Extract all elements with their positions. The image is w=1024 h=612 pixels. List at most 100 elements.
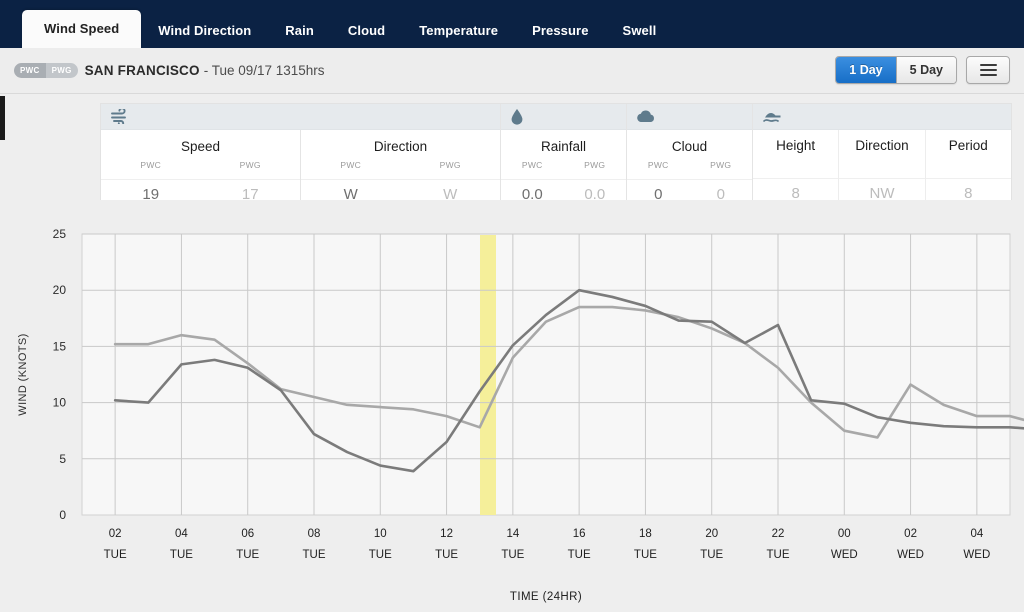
tab-label: Wind Speed bbox=[44, 21, 120, 36]
cloud-icon-glyph bbox=[637, 110, 654, 122]
x-tick-day: TUE bbox=[634, 549, 657, 561]
tab-list: Wind Speed Wind Direction Rain Cloud Tem… bbox=[0, 0, 673, 48]
column-subheads: PWC PWG bbox=[627, 154, 752, 170]
subhead-pwg: PWG bbox=[439, 160, 461, 170]
x-tick-hour: 20 bbox=[705, 528, 718, 540]
model-badges: PWC PWG bbox=[14, 62, 78, 78]
x-tick-hour: 02 bbox=[904, 528, 917, 540]
x-tick-day: TUE bbox=[303, 549, 326, 561]
y-tick-label: 20 bbox=[53, 283, 67, 297]
x-tick-day: TUE bbox=[700, 549, 723, 561]
y-tick-label: 5 bbox=[59, 452, 66, 466]
x-tick-day: TUE bbox=[369, 549, 392, 561]
column-subheads: PWC PWG bbox=[101, 154, 300, 170]
swell-icon bbox=[753, 104, 1011, 130]
tab-label: Cloud bbox=[347, 23, 386, 38]
x-tick-hour: 14 bbox=[506, 528, 519, 540]
main-tabbar: Wind Speed Wind Direction Rain Cloud Tem… bbox=[0, 0, 1024, 48]
raindrop-icon-glyph bbox=[511, 109, 523, 125]
tab-label: Swell bbox=[622, 23, 657, 38]
x-tick-hour: 12 bbox=[440, 528, 453, 540]
summary-group-cloud: Cloud PWC PWG 0 0 bbox=[627, 104, 753, 215]
location-header: PWC PWG SAN FRANCISCO - Tue 09/17 1315hrs… bbox=[0, 48, 1024, 94]
x-tick-hour: 00 bbox=[838, 528, 851, 540]
x-tick-hour: 22 bbox=[772, 528, 785, 540]
x-tick-day: WED bbox=[831, 549, 858, 561]
current-time-highlight bbox=[480, 235, 496, 515]
subhead-pwg: PWG bbox=[710, 160, 732, 170]
hamburger-icon-line bbox=[979, 69, 997, 71]
x-axis-label: TIME (24HR) bbox=[510, 591, 582, 603]
range-1day-button[interactable]: 1 Day bbox=[836, 57, 896, 83]
x-tick-day: TUE bbox=[236, 549, 259, 561]
hamburger-icon-line bbox=[979, 74, 997, 76]
tab-label: Wind Direction bbox=[158, 23, 252, 38]
x-tick-day: TUE bbox=[501, 549, 524, 561]
summary-group-rain: Rainfall PWC PWG 0.0 0.0 bbox=[501, 104, 627, 215]
x-tick-hour: 04 bbox=[175, 528, 188, 540]
hamburger-menu-button[interactable] bbox=[966, 56, 1010, 84]
tab-wind-speed[interactable]: Wind Speed bbox=[22, 10, 142, 48]
x-tick-day: WED bbox=[963, 549, 990, 561]
location-block: PWC PWG SAN FRANCISCO - Tue 09/17 1315hrs bbox=[14, 59, 325, 81]
range-5day-button[interactable]: 5 Day bbox=[895, 57, 956, 83]
summary-group-swell: Height 8 Direction NW Period 8 bbox=[753, 104, 1011, 215]
tab-label: Rain bbox=[285, 23, 314, 38]
x-tick-day: TUE bbox=[104, 549, 127, 561]
x-tick-day: TUE bbox=[568, 549, 591, 561]
hamburger-icon-line bbox=[979, 64, 997, 66]
x-tick-day: TUE bbox=[767, 549, 790, 561]
column-title: Speed bbox=[180, 139, 221, 154]
tab-wind-direction[interactable]: Wind Direction bbox=[141, 14, 268, 48]
left-edge-artifact bbox=[0, 96, 5, 140]
subhead-pwc: PWC bbox=[521, 160, 543, 170]
column-title: Direction bbox=[855, 138, 909, 153]
y-tick-label: 10 bbox=[53, 396, 67, 410]
range-toggle: 1 Day 5 Day bbox=[835, 56, 957, 84]
tab-swell[interactable]: Swell bbox=[606, 14, 674, 48]
summary-group-wind: Speed PWC PWG 19 17 Direction PWC PWG W … bbox=[101, 104, 501, 215]
subhead-pwc: PWC bbox=[340, 160, 362, 170]
x-tick-hour: 02 bbox=[109, 528, 122, 540]
column-title: Rainfall bbox=[540, 139, 587, 154]
raindrop-icon bbox=[501, 104, 626, 130]
cloud-icon bbox=[627, 104, 752, 130]
x-tick-day: WED bbox=[897, 549, 924, 561]
subhead-pwg: PWG bbox=[584, 160, 606, 170]
tab-pressure[interactable]: Pressure bbox=[515, 14, 605, 48]
x-tick-hour: 08 bbox=[308, 528, 321, 540]
badge-pwc: PWC bbox=[14, 62, 46, 78]
location-timestamp: - Tue 09/17 1315hrs bbox=[203, 62, 325, 78]
column-title: Cloud bbox=[671, 139, 708, 154]
x-tick-hour: 16 bbox=[573, 528, 586, 540]
x-tick-hour: 06 bbox=[241, 528, 254, 540]
column-head: Direction bbox=[839, 130, 924, 178]
weather-forecast-app: Wind Speed Wind Direction Rain Cloud Tem… bbox=[0, 0, 1024, 612]
column-title: Height bbox=[776, 138, 816, 153]
subhead-pwg: PWG bbox=[239, 160, 261, 170]
subhead-pwc: PWC bbox=[140, 160, 162, 170]
subhead-pwc: PWC bbox=[647, 160, 669, 170]
column-title: Direction bbox=[373, 139, 428, 154]
plot-area bbox=[81, 233, 1011, 516]
tab-label: Temperature bbox=[419, 23, 499, 38]
tab-label: Pressure bbox=[532, 23, 589, 38]
column-subheads: PWC PWG bbox=[501, 154, 626, 170]
y-tick-label: 15 bbox=[53, 339, 67, 353]
header-controls: 1 Day 5 Day bbox=[835, 56, 1010, 84]
tab-cloud[interactable]: Cloud bbox=[331, 14, 402, 48]
column-head: Period bbox=[926, 130, 1011, 178]
column-title: Period bbox=[948, 138, 988, 153]
x-tick-day: TUE bbox=[170, 549, 193, 561]
tab-temperature[interactable]: Temperature bbox=[402, 14, 515, 48]
x-tick-hour: 04 bbox=[970, 528, 983, 540]
x-tick-hour: 18 bbox=[639, 528, 652, 540]
wind-icon-glyph bbox=[111, 109, 126, 124]
wind-icon bbox=[101, 104, 500, 130]
x-tick-hour: 10 bbox=[374, 528, 387, 540]
y-axis-label: WIND (KNOTS) bbox=[17, 333, 29, 415]
y-tick-label: 25 bbox=[53, 227, 67, 241]
chart-svg: 0 5 10 15 20 25 02 TUE 04 TUE 06 TUE 08 TUE 10 TUE 12 TU… bbox=[0, 200, 1024, 612]
tab-rain[interactable]: Rain bbox=[268, 14, 331, 48]
wind-speed-chart: 0 5 10 15 20 25 02 TUE 04 TUE 06 TUE 08 TUE 10 TUE 12 TU… bbox=[0, 200, 1024, 612]
